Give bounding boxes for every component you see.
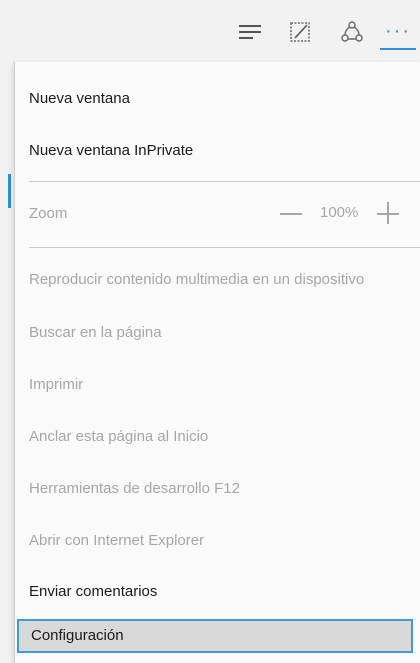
web-note-icon[interactable]	[282, 14, 318, 50]
menu-item-print[interactable]: Imprimir	[29, 375, 83, 395]
zoom-level-value: 100%	[320, 204, 359, 221]
more-actions-menu: Nueva ventana Nueva ventana InPrivate Zo…	[14, 62, 420, 663]
browser-toolbar: ···	[0, 0, 420, 62]
hub-icon[interactable]	[232, 14, 268, 50]
menu-item-send-feedback[interactable]: Enviar comentarios	[29, 582, 157, 602]
menu-item-settings-label: Configuración	[31, 627, 124, 644]
menu-item-open-with-ie[interactable]: Abrir con Internet Explorer	[29, 531, 204, 551]
menu-item-cast-media[interactable]: Reproducir contenido multimedia en un di…	[29, 270, 364, 290]
menu-divider	[29, 247, 420, 248]
menu-item-find-on-page[interactable]: Buscar en la página	[29, 323, 162, 343]
more-actions-icon: ···	[385, 19, 411, 42]
menu-item-settings[interactable]: Configuración	[17, 619, 413, 653]
zoom-in-button[interactable]	[377, 202, 399, 224]
zoom-label: Zoom	[29, 205, 68, 222]
menu-item-pin-to-start[interactable]: Anclar esta página al Inicio	[29, 427, 208, 447]
menu-item-new-inprivate-window[interactable]: Nueva ventana InPrivate	[29, 141, 193, 161]
zoom-out-button[interactable]	[280, 213, 302, 215]
menu-divider	[29, 181, 420, 182]
page-focus-marker	[8, 174, 11, 208]
zoom-row: Zoom 100%	[15, 202, 420, 226]
more-actions-button[interactable]: ···	[380, 14, 416, 50]
share-icon[interactable]	[334, 14, 370, 50]
menu-item-developer-tools[interactable]: Herramientas de desarrollo F12	[29, 479, 240, 499]
menu-item-new-window[interactable]: Nueva ventana	[29, 89, 130, 109]
